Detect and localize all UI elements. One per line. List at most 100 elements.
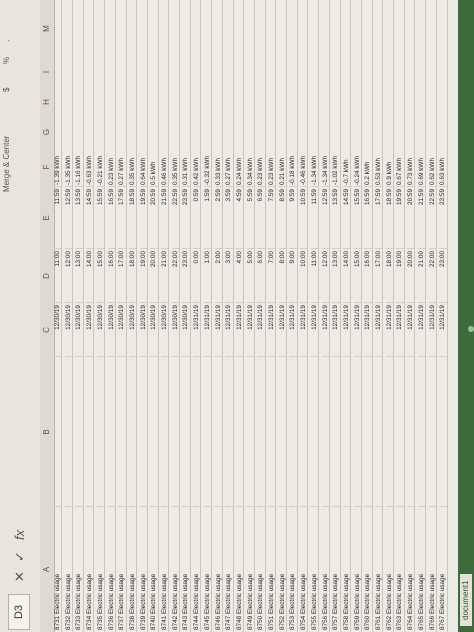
cell-empty[interactable] (150, 356, 158, 507)
table-row[interactable]: 8766 Electric usage 12/31/19 22:00 22:59 0.6… (428, 0, 437, 632)
cell-usage[interactable]: 0.35 kWh (128, 0, 137, 187)
cell-start-time[interactable]: 22:00 (171, 248, 180, 303)
table-row[interactable]: 8764 Electric usage 12/31/19 20:00 20:59 0.7… (407, 0, 416, 632)
table-row[interactable]: 8756 Electric usage 12/31/19 12:00 12:59 -1.… (321, 0, 330, 632)
cell-empty[interactable] (235, 356, 244, 507)
cell-start-time[interactable]: 20:00 (150, 248, 158, 303)
cell-end-time[interactable]: 20:59 (407, 186, 415, 249)
cell-description[interactable]: 8755 Electric usage (310, 506, 319, 632)
cell-date[interactable]: 12/31/19 (203, 302, 212, 357)
cell-end-time[interactable]: 11:59 (310, 186, 319, 249)
cell-end-time[interactable]: 20:59 (150, 186, 158, 249)
table-row[interactable]: 8735 Electric usage 12/30/19 15:00 15:59 -0.… (96, 0, 106, 632)
cell-usage[interactable]: 0.64 kWh (139, 0, 147, 187)
cell-description[interactable]: 8744 Electric usage (193, 506, 201, 632)
cell-start-time[interactable]: 9:00 (289, 248, 297, 303)
cell-start-time[interactable]: 19:00 (139, 248, 147, 303)
cell-date[interactable]: 12/31/19 (246, 302, 254, 357)
table-row[interactable]: 8744 Electric usage 12/31/19 0:00 0:59 0.42 … (193, 0, 202, 632)
cell-date[interactable]: 12/31/19 (439, 302, 447, 357)
cell-start-time[interactable]: 16:00 (107, 248, 115, 303)
cell-start-time[interactable]: 23:00 (439, 248, 447, 303)
cell-description[interactable]: 8743 Electric usage (182, 506, 190, 632)
cancel-icon[interactable]: ✕ (12, 571, 28, 582)
cell-empty[interactable] (246, 356, 254, 507)
table-row[interactable]: 8745 Electric usage 12/31/19 1:00 1:59 -0.32… (203, 0, 213, 632)
cell-date[interactable]: 12/30/19 (75, 302, 83, 357)
column-header-c[interactable]: C (40, 302, 55, 357)
table-row[interactable]: 8731 Electric usage 12/30/19 11:00 11:59 -1.… (54, 0, 63, 632)
cell-end-time[interactable]: 19:59 (139, 186, 147, 249)
cell-empty[interactable] (225, 356, 233, 507)
column-header-b[interactable]: B (40, 356, 55, 507)
cell-empty[interactable] (54, 356, 62, 507)
cell-date[interactable]: 12/30/19 (118, 302, 126, 357)
cell-empty[interactable] (375, 356, 383, 507)
cell-empty[interactable] (268, 356, 276, 507)
cell-description[interactable]: 8735 Electric usage (96, 506, 105, 632)
table-row[interactable]: 8732 Electric usage 12/30/19 12:00 12:59 -1.… (64, 0, 74, 632)
cell-description[interactable]: 8763 Electric usage (396, 506, 404, 632)
cell-start-time[interactable]: 21:00 (417, 248, 426, 303)
table-row[interactable]: 8762 Electric usage 12/31/19 18:00 18:59 0.9… (385, 0, 395, 632)
cell-usage[interactable]: 0.33 kWh (214, 0, 222, 187)
table-row[interactable]: 8752 Electric usage 12/31/19 8:00 8:59 0.21 … (278, 0, 288, 632)
cell-description[interactable]: 8747 Electric usage (225, 506, 233, 632)
cell-description[interactable]: 8762 Electric usage (385, 506, 394, 632)
cell-start-time[interactable]: 2:00 (214, 248, 222, 303)
cell-empty[interactable] (385, 356, 394, 507)
cell-description[interactable]: 8746 Electric usage (214, 506, 222, 632)
cell-start-time[interactable]: 23:00 (182, 248, 190, 303)
cell-description[interactable]: 8756 Electric usage (321, 506, 329, 632)
cell-empty[interactable] (300, 356, 308, 507)
table-row[interactable]: 8739 Electric usage 12/30/19 19:00 19:59 0.6… (139, 0, 148, 632)
cell-date[interactable]: 12/30/19 (171, 302, 180, 357)
cell-usage[interactable]: 0.46 kWh (161, 0, 169, 187)
cell-start-time[interactable]: 10:00 (300, 248, 308, 303)
cell-description[interactable]: 8760 Electric usage (364, 506, 372, 632)
cell-description[interactable]: 8766 Electric usage (428, 506, 436, 632)
cell-start-time[interactable]: 18:00 (385, 248, 394, 303)
cell-date[interactable]: 12/30/19 (107, 302, 115, 357)
cell-date[interactable]: 12/30/19 (182, 302, 190, 357)
cell-usage[interactable]: -0.63 kWh (86, 0, 94, 187)
cell-start-time[interactable]: 0:00 (193, 248, 201, 303)
cell-date[interactable]: 12/30/19 (150, 302, 158, 357)
cell-usage[interactable]: 0.24 kWh (235, 0, 244, 187)
cell-start-time[interactable]: 8:00 (278, 248, 287, 303)
cell-end-time[interactable]: 14:59 (342, 186, 351, 249)
cell-usage[interactable]: 0.31 kWh (182, 0, 190, 187)
cell-end-time[interactable]: 23:59 (439, 186, 447, 249)
worksheet-grid[interactable]: ABCDEFGHIM 8731 Electric usage 12/30/19 11… (40, 0, 458, 632)
cell-end-time[interactable]: 23:59 (182, 186, 190, 249)
cell-date[interactable]: 12/30/19 (161, 302, 169, 357)
table-row[interactable]: 8750 Electric usage 12/31/19 6:00 6:59 0.23 … (257, 0, 266, 632)
table-row[interactable]: 8748 Electric usage 12/31/19 4:00 4:59 0.24 … (235, 0, 245, 632)
scroll-handle[interactable] (468, 326, 474, 332)
cell-date[interactable]: 12/31/19 (353, 302, 361, 357)
cell-empty[interactable] (310, 356, 319, 507)
column-header-m[interactable]: M (40, 0, 55, 57)
cell-empty[interactable] (182, 356, 190, 507)
cell-date[interactable]: 12/31/19 (407, 302, 415, 357)
cell-description[interactable]: 8748 Electric usage (235, 506, 244, 632)
cell-empty[interactable] (342, 356, 351, 507)
table-row[interactable]: 8767 Electric usage 12/31/19 23:00 23:59 0.6… (439, 0, 448, 632)
cell-date[interactable]: 12/30/19 (139, 302, 147, 357)
cell-empty[interactable] (75, 356, 83, 507)
cell-date[interactable]: 12/31/19 (310, 302, 319, 357)
cell-description[interactable]: 8752 Electric usage (278, 506, 287, 632)
table-row[interactable]: 8763 Electric usage 12/31/19 19:00 19:59 0.6… (396, 0, 405, 632)
cell-usage[interactable]: 0.62 kWh (428, 0, 436, 187)
cell-start-time[interactable]: 5:00 (246, 248, 254, 303)
cell-usage[interactable]: -0.21 kWh (96, 0, 105, 187)
cell-description[interactable]: 8740 Electric usage (150, 506, 158, 632)
cell-start-time[interactable]: 13:00 (75, 248, 83, 303)
table-row[interactable]: 8758 Electric usage 12/31/19 14:00 14:59 -0.… (342, 0, 352, 632)
cell-description[interactable]: 8733 Electric usage (75, 506, 83, 632)
column-header-i[interactable]: I (40, 56, 55, 87)
table-row[interactable]: 8749 Electric usage 12/31/19 5:00 5:59 0.34 … (246, 0, 255, 632)
fx-icon[interactable]: fx (12, 530, 27, 540)
cell-empty[interactable] (118, 356, 126, 507)
table-row[interactable]: 8738 Electric usage 12/30/19 18:00 18:59 0.3… (128, 0, 138, 632)
